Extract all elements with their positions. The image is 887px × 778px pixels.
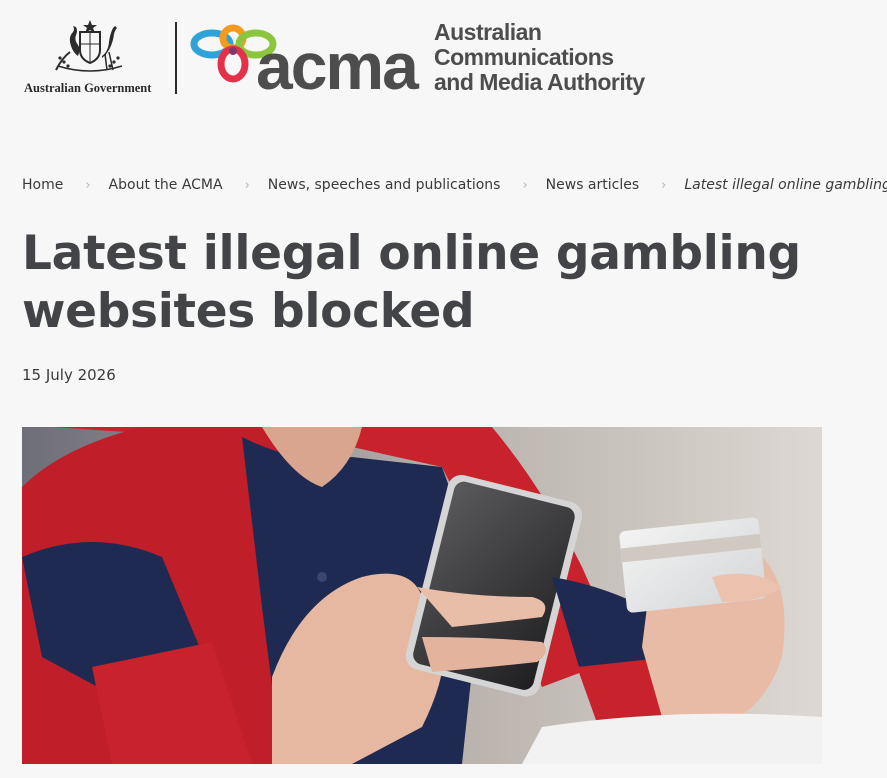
chevron-right-icon: › [522,177,528,193]
breadcrumb-news-articles[interactable]: News articles [546,177,640,193]
australian-government-logo[interactable]: Australian Government [22,18,162,98]
breadcrumb-about-acma[interactable]: About the ACMA [109,177,223,193]
gov-logo-text: Australian Government [24,81,152,95]
acma-full-name: Australian Communications and Media Auth… [434,20,645,95]
site-header: Australian Government acma Australian Co… [0,0,887,125]
hero-illustration [22,427,822,764]
breadcrumb-home[interactable]: Home [22,177,63,193]
acma-name-line-1: Australian [434,19,542,45]
acma-name-line-3: and Media Authority [434,69,645,95]
acma-wordmark: acma [256,29,419,103]
breadcrumb: Home › About the ACMA › News, speeches a… [22,175,887,195]
breadcrumb-current-page: Latest illegal online gambling websites … [684,177,887,193]
publish-date: 15 July 2026 [22,366,116,384]
acma-name-line-2: Communications [434,44,614,70]
chevron-right-icon: › [661,177,667,193]
chevron-right-icon: › [244,177,250,193]
hero-image [22,427,822,764]
chevron-right-icon: › [85,177,91,193]
breadcrumb-news-speeches-publications[interactable]: News, speeches and publications [268,177,501,193]
logo-divider [175,22,177,94]
coat-of-arms-icon [55,20,123,72]
page-title: Latest illegal online gambling websites … [22,226,801,339]
